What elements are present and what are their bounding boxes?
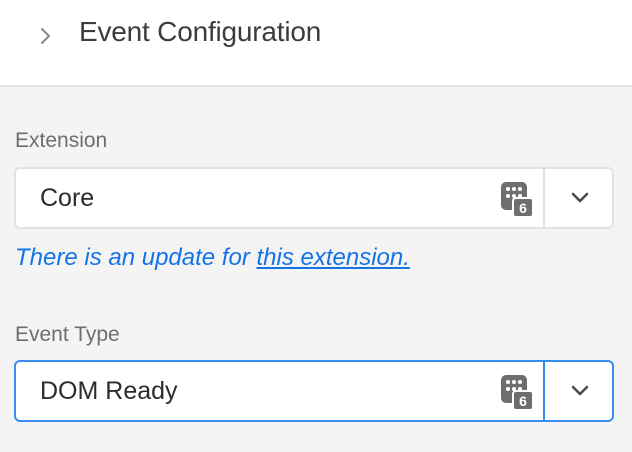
- update-notice-text: There is an update for: [15, 244, 257, 271]
- panel-header: Event Configuration: [0, 0, 632, 87]
- event-type-dropdown-button[interactable]: [545, 362, 614, 420]
- extension-package-icon: 6: [500, 180, 534, 218]
- chevron-down-icon: [571, 192, 588, 203]
- page-title: Event Configuration: [79, 16, 322, 47]
- this-extension-link[interactable]: this extension.: [256, 244, 409, 271]
- update-notice: There is an update for this extension.: [15, 244, 410, 272]
- extension-value: Core: [40, 184, 95, 212]
- extension-package-icon: 6: [500, 373, 534, 411]
- chevron-down-icon: [571, 385, 588, 396]
- extension-select[interactable]: Core 6: [14, 167, 614, 229]
- extension-dropdown-button[interactable]: [545, 169, 614, 227]
- extension-label: Extension: [15, 129, 108, 152]
- event-type-select[interactable]: DOM Ready 6: [14, 360, 614, 422]
- extension-badge-number: 6: [519, 200, 527, 216]
- event-type-label: Event Type: [15, 323, 120, 346]
- event-type-badge-number: 6: [519, 393, 527, 409]
- event-type-value: DOM Ready: [40, 377, 178, 405]
- chevron-right-icon[interactable]: [38, 24, 54, 48]
